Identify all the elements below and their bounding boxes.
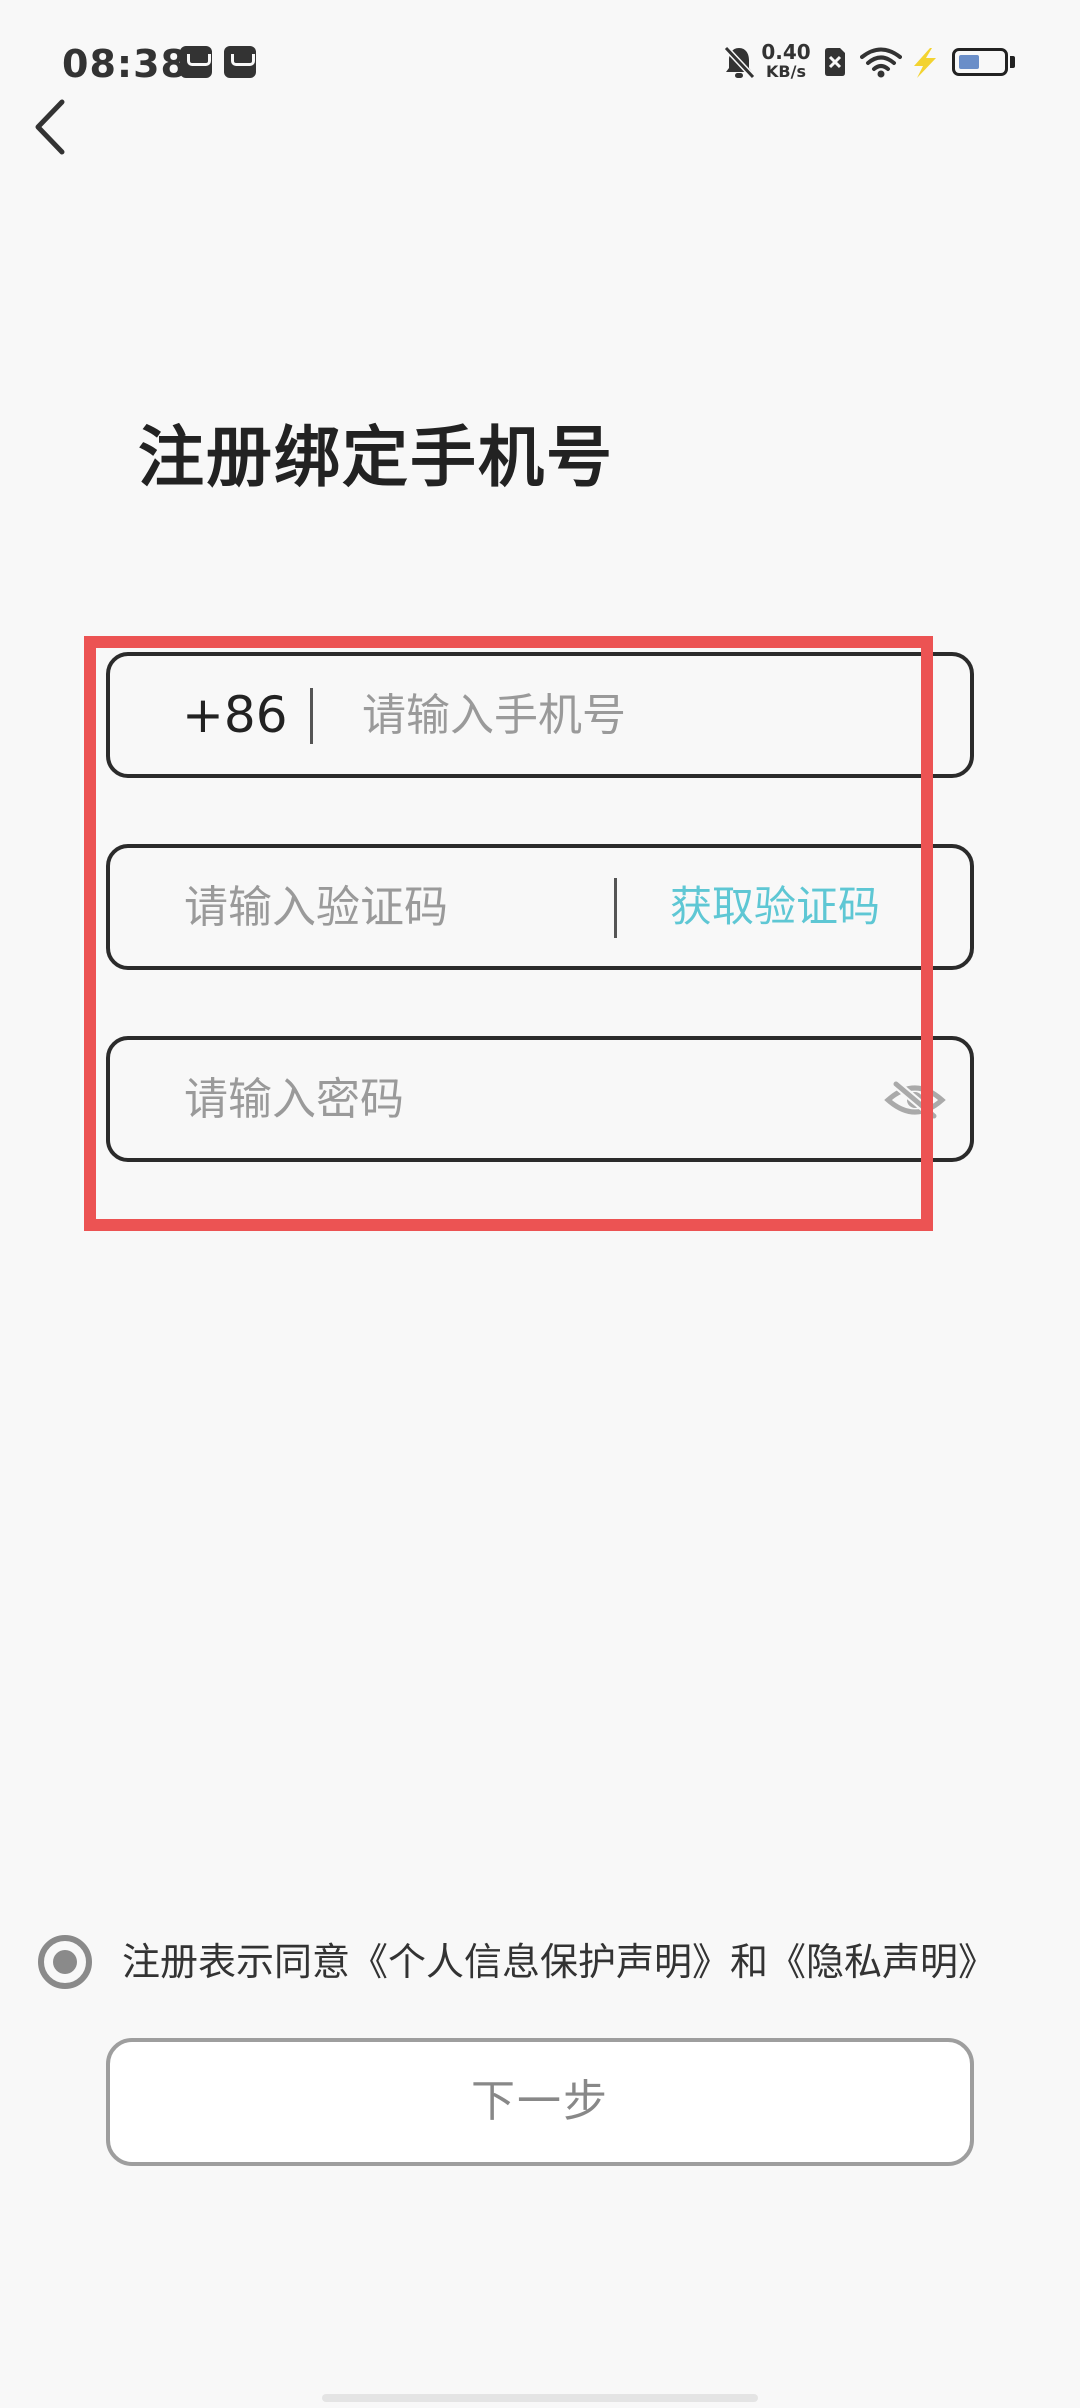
battery-cap <box>1010 56 1015 68</box>
page-title: 注册绑定手机号 <box>138 419 614 496</box>
home-indicator[interactable] <box>322 2394 758 2402</box>
charging-bolt-icon <box>914 48 936 78</box>
back-button[interactable] <box>24 92 80 162</box>
agreement-prefix: 注册表示同意 <box>122 1940 351 1984</box>
sim-blocked-icon <box>825 48 845 76</box>
network-speed-value: 0.40 <box>761 40 811 64</box>
next-button[interactable]: 下一步 <box>106 2038 974 2166</box>
agreement-conjunction: 和 <box>730 1940 769 1984</box>
shopping-bag-icon <box>224 46 256 78</box>
network-speed: 0.40 KB/s <box>760 42 812 80</box>
privacy-statement-link[interactable]: 《隐私声明》 <box>768 1940 996 1984</box>
bell-muted-icon <box>723 45 756 80</box>
app-store-icon <box>180 46 212 78</box>
status-time: 08:38 <box>62 42 188 86</box>
wifi-icon <box>860 47 902 78</box>
privacy-protection-link[interactable]: 《个人信息保护声明》 <box>350 1940 730 1984</box>
chevron-left-icon <box>35 99 65 155</box>
battery-icon <box>952 48 1008 76</box>
network-speed-unit: KB/s <box>766 62 806 81</box>
agreement-text: 注册表示同意《个人信息保护声明》和《隐私声明》 <box>122 1938 996 1986</box>
highlight-annotation-box <box>84 636 933 1231</box>
agreement-radio[interactable] <box>38 1935 92 1989</box>
